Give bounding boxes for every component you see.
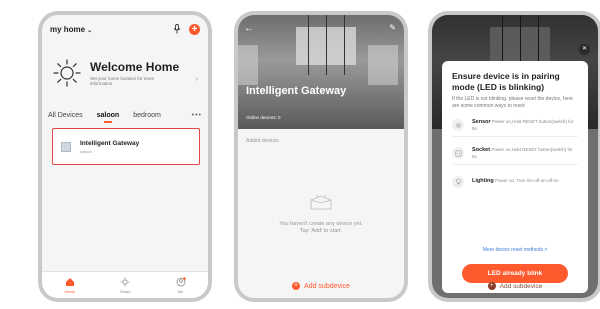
add-subdevice-label: Add subdevice: [304, 282, 350, 290]
added-devices-label: Added devices: [246, 138, 279, 144]
reset-name: Socket: [472, 147, 491, 153]
smart-sun-icon: [120, 277, 130, 286]
socket-icon: [452, 147, 464, 159]
reset-name: Sensor: [472, 119, 491, 125]
empty-state-text: You haven't create any device yet. Tap '…: [238, 221, 404, 235]
tab-saloon[interactable]: saloon: [97, 112, 119, 123]
room-tabs: All Devices saloon bedroom •••: [48, 108, 202, 123]
online-devices-count: Online devices: 0: [246, 115, 281, 120]
device-name: Intelligent Gateway: [80, 139, 140, 147]
plus-icon: +: [487, 282, 496, 290]
tab-all-devices[interactable]: All Devices: [48, 112, 83, 119]
edit-icon[interactable]: ✎: [389, 23, 396, 32]
welcome-banner[interactable]: Welcome Home Set your home location for …: [52, 51, 202, 95]
device-info: Intelligent Gateway saloon: [80, 140, 139, 154]
empty-box-icon: [310, 194, 332, 210]
nav-smart[interactable]: Smart: [120, 277, 131, 294]
gateway-title: Intelligent Gateway: [246, 85, 347, 97]
more-icon[interactable]: •••: [192, 112, 202, 119]
reset-text-socket: Socket Power on,Hold RESET button(switch…: [472, 147, 578, 159]
nav-home[interactable]: Home: [64, 277, 75, 294]
sensor-icon: [452, 119, 464, 131]
microphone-icon[interactable]: [172, 24, 181, 34]
add-subdevice-button[interactable]: + Add subdevice: [238, 277, 404, 295]
nav-me[interactable]: Me: [176, 276, 186, 294]
gateway-screen: ← ✎ Intelligent Gateway Online devices: …: [238, 15, 404, 298]
reset-text-lighting: Lighting Power on, Turn On-off-on-off-on: [472, 178, 559, 185]
pairing-screen: ✕ Ensure device is in pairing mode (LED …: [432, 15, 598, 298]
stage: my home ⌄ + Welcome Home Set your home l…: [0, 0, 600, 309]
bulb-icon: [452, 175, 464, 188]
profile-icon: [176, 276, 186, 286]
home-title: my home: [50, 24, 86, 34]
reset-item-lighting: Lighting Power on, Turn On-off-on-off-on: [452, 175, 578, 193]
back-arrow-icon[interactable]: ←: [244, 23, 254, 34]
home-header: my home ⌄ +: [42, 15, 208, 43]
chevron-down-icon: ⌄: [87, 27, 93, 34]
gateway-device-icon: [61, 141, 71, 152]
reset-text-sensor: Sensor Power on,Hold RESET button(switch…: [472, 119, 578, 131]
bottom-nav: Home Smart Me: [42, 271, 208, 298]
nav-home-label: Home: [64, 288, 76, 294]
pairing-dialog: Ensure device is in pairing mode (LED is…: [442, 61, 588, 293]
home-selector[interactable]: my home ⌄: [50, 25, 92, 34]
welcome-title: Welcome Home: [90, 59, 180, 74]
home-icon: [65, 277, 74, 286]
device-room: saloon: [80, 148, 92, 154]
reset-item-sensor: Sensor Power on,Hold RESET button(switch…: [452, 119, 578, 137]
phone-gateway: ← ✎ Intelligent Gateway Online devices: …: [234, 11, 408, 302]
reset-desc: Power on, Turn On-off-on-off-on: [494, 178, 559, 184]
chevron-right-icon: ›: [195, 76, 198, 83]
gateway-hero-image: ← ✎ Intelligent Gateway Online devices: …: [238, 15, 404, 129]
dialog-description: If the LED is not blinking, please reset…: [452, 96, 573, 109]
home-screen: my home ⌄ + Welcome Home Set your home l…: [42, 15, 208, 298]
tab-bedroom[interactable]: bedroom: [133, 112, 161, 119]
welcome-text: Welcome Home Set your home location for …: [90, 60, 179, 87]
nav-smart-label: Smart: [119, 288, 131, 294]
welcome-subtitle: Set your home location for more informat…: [90, 75, 155, 87]
header-actions: +: [172, 23, 200, 35]
empty-state: You haven't create any device yet. Tap '…: [238, 193, 404, 235]
phone-pairing: ✕ Ensure device is in pairing mode (LED …: [428, 11, 600, 302]
dialog-title: Ensure device is in pairing mode (LED is…: [452, 71, 560, 92]
reset-name: Lighting: [472, 178, 494, 185]
add-subdevice-button-dimmed: + Add subdevice: [432, 277, 598, 295]
plus-icon: +: [292, 282, 301, 290]
phone-home: my home ⌄ + Welcome Home Set your home l…: [38, 11, 212, 302]
add-device-button[interactable]: +: [189, 23, 200, 35]
device-card-gateway[interactable]: Intelligent Gateway saloon: [52, 128, 200, 165]
sun-icon: [53, 59, 81, 87]
add-subdevice-label: Add subdevice: [499, 282, 543, 290]
nav-me-label: Me: [177, 288, 184, 294]
close-icon[interactable]: ✕: [579, 44, 590, 55]
more-reset-methods-link[interactable]: More device reset methods >: [442, 247, 588, 253]
empty-line-1: You haven't create any device yet.: [279, 221, 363, 227]
empty-line-2: Tap 'Add' to start.: [299, 228, 343, 234]
reset-item-socket: Socket Power on,Hold RESET button(switch…: [452, 147, 578, 165]
